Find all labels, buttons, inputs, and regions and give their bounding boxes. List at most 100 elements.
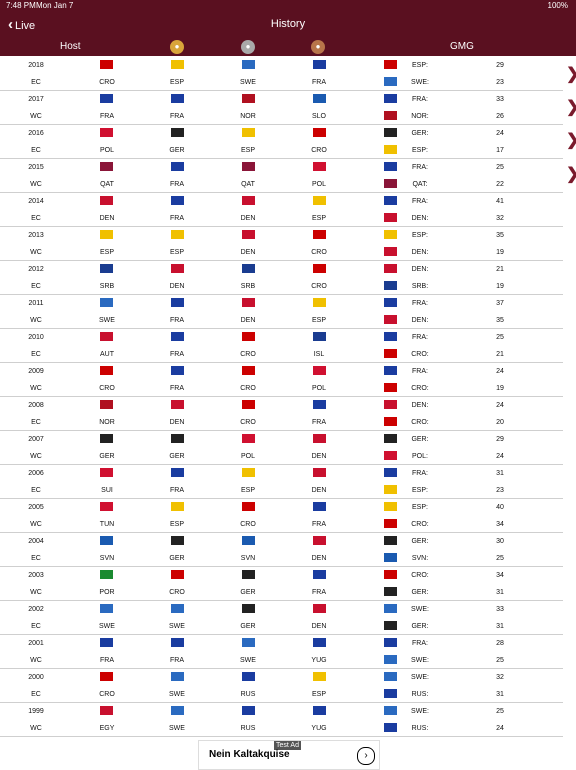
country-flag-icon [242,162,255,171]
bronze-cell: DEN [311,555,327,562]
silver-cell: CRO [240,351,256,358]
gold-score-cell: 33 [496,96,504,103]
host-column-header: Host [60,41,81,52]
table-row[interactable]: 2000 EC CRO SWE RUS ESP SWE: 32 RUS: 31 [0,668,563,703]
country-flag-icon [384,587,397,596]
silver-medal-icon: ● [241,40,255,54]
country-flag-icon [384,77,397,86]
country-flag-icon [242,230,255,239]
country-flag-icon [384,706,397,715]
country-flag-icon [313,162,326,171]
ad-text: Nein Kaltakquise [209,749,290,760]
country-flag-icon [171,60,184,69]
gold-cell: DEN [169,419,185,426]
country-flag-icon [384,468,397,477]
silver-team-cell: DEN: [411,249,429,256]
gold-score-cell: 24 [496,402,504,409]
table-row[interactable]: 2008 EC NOR DEN CRO FRA DEN: 24 CRO: 20 [0,396,563,431]
table-row[interactable]: 2009 WC CRO FRA CRO POL FRA: 24 CRO: 19 [0,362,563,397]
country-flag-icon [384,366,397,375]
country-flag-icon [171,162,184,171]
country-flag-icon [242,672,255,681]
silver-team-cell: NOR: [411,113,429,120]
gold-cell: FRA [170,215,184,222]
table-row[interactable]: 2018 EC CRO ESP SWE FRA ESP: 29 SWE: 23 [0,56,563,91]
silver-score-cell: 21 [496,351,504,358]
host-cell: AUT [100,351,114,358]
silver-score-cell: 22 [496,181,504,188]
table-row[interactable]: 2016 EC POL GER ESP CRO GER: 24 ESP: 17 [0,124,563,159]
table-row[interactable]: 2004 EC SVN GER SVN DEN GER: 30 SVN: 25 [0,532,563,567]
silver-cell: QAT [241,181,255,188]
history-list[interactable]: 2018 EC CRO ESP SWE FRA ESP: 29 SWE: 23 2017 WC FRA F… [0,56,563,740]
side-chevron-icon[interactable]: ❯ [566,164,576,184]
year-cell: 2009 [28,368,44,375]
table-row[interactable]: 2017 WC FRA FRA NOR SLO FRA: 33 NOR: 26 [0,90,563,125]
table-row[interactable]: 2002 EC SWE SWE GER DEN SWE: 33 GER: 31 [0,600,563,635]
side-chevron-icon[interactable]: ❯ [566,64,576,84]
ad-banner[interactable]: Test Ad Nein Kaltakquise › [198,740,380,770]
country-flag-icon [384,247,397,256]
table-row[interactable]: 2006 EC SUI FRA ESP DEN FRA: 31 ESP: 23 [0,464,563,499]
table-row[interactable]: 2001 WC FRA FRA SWE YUG FRA: 28 SWE: 25 [0,634,563,669]
country-flag-icon [242,434,255,443]
silver-cell: GER [240,623,256,630]
table-row[interactable]: 2005 WC TUN ESP CRO FRA ESP: 40 CRO: 34 [0,498,563,533]
silver-score-cell: 23 [496,79,504,86]
side-chevron-icon[interactable]: ❯ [566,130,576,150]
country-flag-icon [171,332,184,341]
country-flag-icon [171,502,184,511]
country-flag-icon [100,400,113,409]
country-flag-icon [171,672,184,681]
gold-cell: FRA [170,385,184,392]
table-row[interactable]: 2010 EC AUT FRA CRO ISL FRA: 25 CRO: 21 [0,328,563,363]
country-flag-icon [171,434,184,443]
host-cell: CRO [99,79,115,86]
silver-team-cell: QAT: [412,181,428,188]
silver-team-cell: CRO: [411,385,429,392]
gold-cell: FRA [170,113,184,120]
gold-cell: SWE [169,623,185,630]
silver-score-cell: 25 [496,555,504,562]
country-flag-icon [384,281,397,290]
year-cell: 2011 [28,300,44,307]
country-flag-icon [171,128,184,137]
table-row[interactable]: 2013 WC ESP ESP DEN CRO ESP: 35 DEN: 19 [0,226,563,261]
gold-score-cell: 25 [496,334,504,341]
arrow-right-icon[interactable]: › [357,747,375,765]
country-flag-icon [313,434,326,443]
event-type-cell: EC [31,555,41,562]
country-flag-icon [171,400,184,409]
country-flag-icon [100,468,113,477]
event-type-cell: WC [30,385,42,392]
country-flag-icon [384,383,397,392]
table-row[interactable]: 2007 WC GER GER POL DEN GER: 29 POL: 24 [0,430,563,465]
country-flag-icon [384,417,397,426]
year-cell: 2013 [28,232,44,239]
silver-team-cell: DEN: [411,317,429,324]
host-cell: CRO [99,691,115,698]
table-row[interactable]: 2003 WC POR CRO GER FRA CRO: 34 GER: 31 [0,566,563,601]
table-row[interactable]: 2015 WC QAT FRA QAT POL FRA: 25 QAT: 22 [0,158,563,193]
table-row[interactable]: 1999 WC EGY SWE RUS YUG SWE: 25 RUS: 24 [0,702,563,737]
silver-score-cell: 23 [496,487,504,494]
table-row[interactable]: 2011 WC SWE FRA DEN ESP FRA: 37 DEN: 35 [0,294,563,329]
country-flag-icon [100,706,113,715]
country-flag-icon [313,400,326,409]
side-chevron-icon[interactable]: ❯ [566,97,576,117]
year-cell: 2017 [28,96,44,103]
gold-team-cell: FRA: [412,164,428,171]
year-cell: 2010 [28,334,44,341]
country-flag-icon [313,366,326,375]
silver-cell: GER [240,589,256,596]
country-flag-icon [242,298,255,307]
country-flag-icon [242,638,255,647]
country-flag-icon [313,502,326,511]
bronze-cell: FRA [312,589,326,596]
table-row[interactable]: 2014 EC DEN FRA DEN ESP FRA: 41 DEN: 32 [0,192,563,227]
gold-score-cell: 35 [496,232,504,239]
silver-cell: POL [240,453,255,460]
gold-medal-icon: ● [170,40,184,54]
gold-cell: SWE [169,691,185,698]
table-row[interactable]: 2012 EC SRB DEN SRB CRO DEN: 21 SRB: 19 [0,260,563,295]
